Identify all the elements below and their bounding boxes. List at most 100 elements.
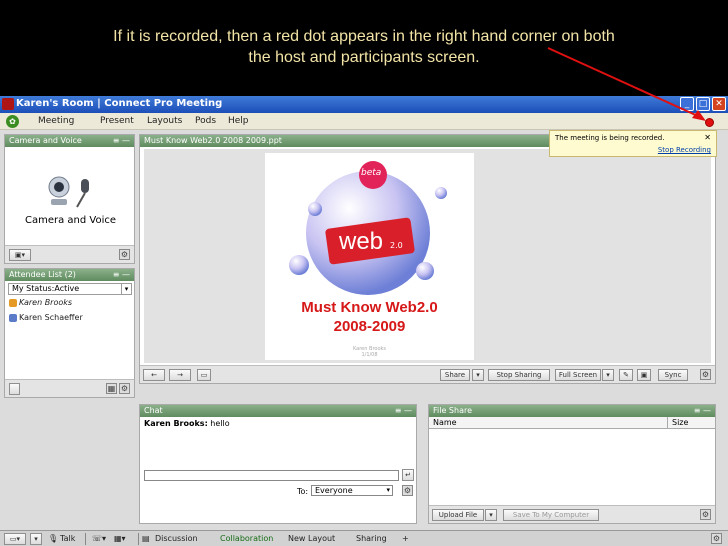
- slide-view-button[interactable]: ▭: [197, 369, 211, 381]
- recipient-value: Everyone: [315, 486, 353, 495]
- tab-discussion[interactable]: Discussion: [155, 534, 198, 543]
- beta-badge: beta: [361, 168, 382, 178]
- menu-present[interactable]: Present: [100, 116, 134, 126]
- maximize-button[interactable]: □: [696, 97, 710, 111]
- slide: beta web 2.0 Must Know Web2.0 2008-2009 …: [265, 153, 474, 360]
- close-button[interactable]: ✕: [712, 97, 726, 111]
- pod-menu-icon[interactable]: ≡ —: [113, 135, 130, 147]
- menu-help[interactable]: Help: [228, 116, 249, 126]
- chat-input[interactable]: [144, 470, 399, 481]
- recording-dot-icon[interactable]: [705, 118, 714, 127]
- attendee-item[interactable]: Karen Brooks: [19, 298, 72, 307]
- menu-pods[interactable]: Pods: [195, 116, 216, 126]
- chat-message: Karen Brooks: hello: [144, 419, 230, 428]
- window-titlebar: Karen's Room | Connect Pro Meeting _ □ ✕: [0, 96, 728, 113]
- file-pod-footer: Upload File ▾ Save To My Computer ⚙: [429, 505, 715, 523]
- window-title: Karen's Room | Connect Pro Meeting: [16, 98, 223, 109]
- sync-button[interactable]: Sync: [658, 369, 688, 381]
- attendee-pod-footer: ▦ ⚙: [5, 379, 134, 397]
- layout-thumb-icon: ▤: [142, 534, 150, 543]
- file-share-pod: File Share ≡ — Name Size Upload File ▾ Sa…: [428, 404, 716, 524]
- gear-icon[interactable]: ⚙: [402, 485, 413, 496]
- attendee-options-button[interactable]: [9, 383, 20, 395]
- pod-menu-icon[interactable]: ≡ —: [395, 405, 412, 417]
- share-pod-footer: ← → ▭ Share ▾ Stop Sharing Full Screen ▾…: [140, 365, 715, 383]
- camera-pod-footer: ▣▾ ⚙: [5, 245, 134, 263]
- web-logo-text: web: [339, 228, 384, 255]
- separator: [85, 533, 86, 545]
- chevron-down-icon: ▾: [121, 284, 131, 294]
- menu-meeting[interactable]: Meeting: [38, 116, 74, 126]
- separator: [138, 533, 139, 545]
- grid-view-icon[interactable]: ▦: [106, 383, 117, 394]
- file-table-header: Name Size: [429, 417, 715, 429]
- camera-toggle-button[interactable]: ▣▾: [9, 249, 31, 261]
- slide-title: Must Know Web2.0: [301, 299, 438, 316]
- add-layout-button[interactable]: +: [402, 534, 409, 543]
- prev-slide-button[interactable]: ←: [143, 369, 165, 381]
- draw-icon[interactable]: ▣: [637, 369, 651, 381]
- camera-voice-pod: Camera and Voice ≡ — Camera and Voice ▣▾ …: [4, 134, 135, 264]
- full-screen-button[interactable]: Full Screen: [555, 369, 601, 381]
- caption-line-1: If it is recorded, then a red dot appear…: [113, 28, 615, 45]
- menu-layouts[interactable]: Layouts: [147, 116, 182, 126]
- pod-title: Camera and Voice ≡ —: [5, 135, 134, 147]
- phone-icon[interactable]: ☏▾: [92, 534, 106, 543]
- save-to-computer-button[interactable]: Save To My Computer: [503, 509, 599, 521]
- webcam-mic-icon: [48, 176, 89, 208]
- mic-icon[interactable]: 🎙: [48, 534, 58, 543]
- tab-sharing[interactable]: Sharing: [356, 534, 387, 543]
- share-dropdown-icon[interactable]: ▾: [472, 369, 484, 381]
- meeting-room: Camera and Voice ≡ — Camera and Voice ▣▾ …: [0, 130, 728, 546]
- close-icon[interactable]: ✕: [704, 133, 711, 142]
- col-size[interactable]: Size: [667, 417, 688, 429]
- camera-voice-label: Camera and Voice: [24, 215, 117, 226]
- tab-new-layout[interactable]: New Layout: [288, 534, 335, 543]
- tab-collaboration[interactable]: Collaboration: [220, 534, 273, 543]
- share-pod: Must Know Web2.0 2008 2009.ppt beta web …: [139, 134, 716, 384]
- connect-app-icon: [2, 98, 14, 110]
- host-icon: [9, 299, 17, 307]
- minimize-button[interactable]: _: [680, 97, 694, 111]
- layout-icon[interactable]: ▦▾: [114, 534, 126, 543]
- fullscreen-dropdown-icon[interactable]: ▾: [602, 369, 614, 381]
- slide-subtitle: 2008-2009: [333, 318, 406, 335]
- chevron-down-icon: ▾: [386, 486, 390, 494]
- gear-icon[interactable]: ⚙: [119, 249, 130, 260]
- share-button[interactable]: Share: [440, 369, 470, 381]
- pod-menu-icon[interactable]: ≡ —: [113, 269, 130, 281]
- recording-notice: The meeting is being recorded. ✕ Stop Re…: [549, 130, 717, 157]
- bar-dropdown-icon[interactable]: ▾: [30, 533, 42, 545]
- talk-button[interactable]: Talk: [60, 534, 75, 543]
- gear-icon[interactable]: ⚙: [700, 509, 711, 520]
- next-slide-button[interactable]: →: [169, 369, 191, 381]
- pod-menu-icon[interactable]: ≡ —: [694, 405, 711, 417]
- upload-dropdown-icon[interactable]: ▾: [485, 509, 497, 521]
- annotate-icon[interactable]: ✎: [619, 369, 633, 381]
- pod-title-text: Chat: [144, 406, 163, 415]
- my-status-dropdown[interactable]: My Status:Active ▾: [8, 283, 132, 295]
- recipient-dropdown[interactable]: Everyone ▾: [311, 485, 393, 496]
- gear-icon[interactable]: ⚙: [700, 369, 711, 380]
- gear-icon[interactable]: ⚙: [119, 383, 130, 394]
- chat-message-text: hello: [207, 419, 230, 428]
- col-name[interactable]: Name: [433, 417, 457, 429]
- connect-logo-icon[interactable]: ✿: [6, 115, 19, 128]
- pod-title-text: Camera and Voice: [9, 136, 82, 145]
- pod-title-text: Attendee List (2): [9, 270, 76, 279]
- upload-file-button[interactable]: Upload File: [432, 509, 484, 521]
- pod-title-text: Must Know Web2.0 2008 2009.ppt: [144, 136, 282, 145]
- stop-recording-link[interactable]: Stop Recording: [658, 146, 711, 154]
- attendee-list-pod: Attendee List (2) ≡ — My Status:Active ▾ …: [4, 268, 135, 398]
- gear-icon[interactable]: ⚙: [711, 533, 722, 544]
- menu-bar: ✿ Meeting Present Layouts Pods Help: [0, 113, 728, 130]
- recording-message: The meeting is being recorded.: [555, 134, 665, 142]
- slide-date: 1/1/08: [361, 352, 378, 358]
- my-status-value: My Status:Active: [12, 284, 80, 293]
- screen-icon[interactable]: ▭▾: [4, 533, 26, 545]
- stop-sharing-button[interactable]: Stop Sharing: [488, 369, 550, 381]
- send-icon[interactable]: ↵: [402, 469, 414, 481]
- participant-icon: [9, 314, 17, 322]
- attendee-item[interactable]: Karen Schaeffer: [19, 313, 83, 322]
- chat-sender: Karen Brooks:: [144, 419, 208, 428]
